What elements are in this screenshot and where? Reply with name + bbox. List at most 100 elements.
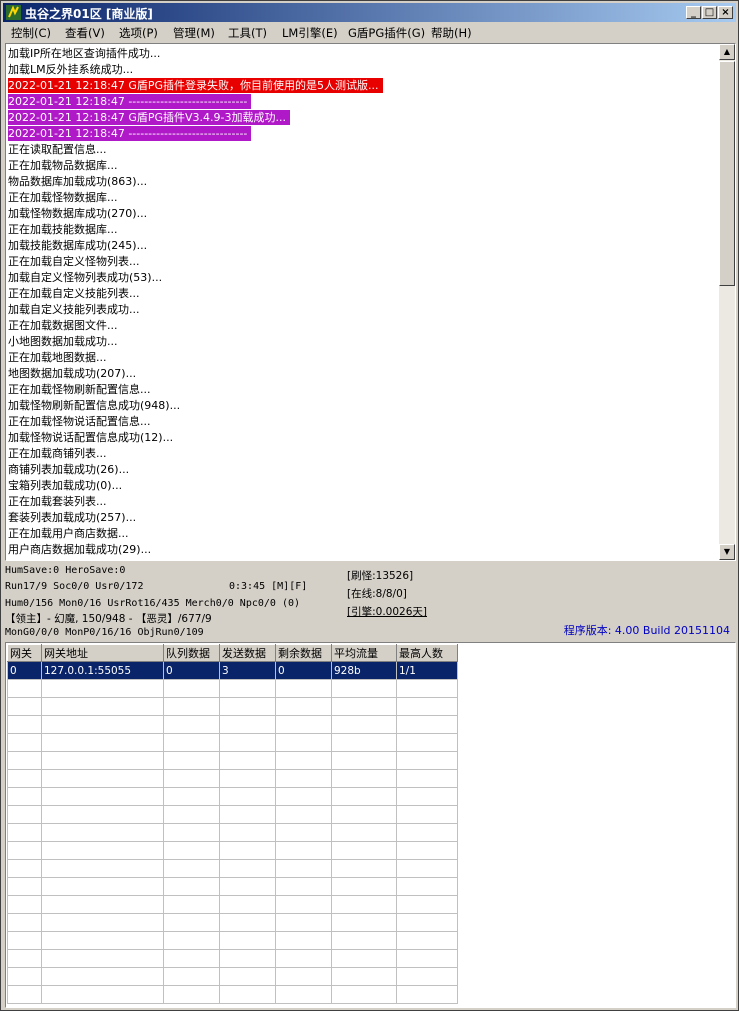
empty-cell [331,931,397,950]
empty-row[interactable] [7,715,458,734]
empty-row[interactable] [7,769,458,788]
menu-bar: 控制(C) 查看(V) 选项(P) 管理(M) 工具(T) LM引擎(E) G盾… [3,23,736,42]
empty-cell [219,859,276,878]
col-gateway[interactable]: 网关 [7,644,42,662]
menu-manage[interactable]: 管理(M) [173,25,215,41]
menu-control[interactable]: 控制(C) [11,25,51,41]
log-line: 加载怪物数据库成功(270)... [8,207,148,220]
scroll-up-icon[interactable]: ▲ [719,44,735,60]
log-line: 正在加载怪物说话配置信息... [8,415,151,428]
empty-row[interactable] [7,787,458,806]
empty-cell [41,931,164,950]
menu-view[interactable]: 查看(V) [65,25,105,41]
log-line: 商铺列表加载成功(26)... [8,463,130,476]
empty-cell [7,733,42,752]
gateway-grid[interactable]: 网关 网关地址 队列数据 发送数据 剩余数据 平均流量 最高人数 0 127.0… [5,642,736,1008]
empty-cell [396,859,458,878]
empty-cell [219,877,276,896]
empty-cell [163,841,220,860]
empty-cell [275,823,332,842]
empty-row[interactable] [7,877,458,896]
cell-gateway: 0 [7,661,42,680]
empty-row[interactable] [7,823,458,842]
close-button[interactable]: × [718,6,733,19]
empty-cell [275,859,332,878]
scroll-down-icon[interactable]: ▼ [719,544,735,560]
log-line: 2022-01-21 12:18:47 --------------------… [8,126,252,141]
empty-row[interactable] [7,751,458,770]
empty-cell [41,895,164,914]
cell-avg-traffic: 928b [331,661,397,680]
menu-tools[interactable]: 工具(T) [228,25,267,41]
empty-cell [163,733,220,752]
col-sent[interactable]: 发送数据 [219,644,276,662]
empty-cell [275,895,332,914]
empty-row[interactable] [7,985,458,1004]
app-icon [6,5,21,20]
empty-row[interactable] [7,697,458,716]
empty-cell [396,679,458,698]
empty-cell [163,931,220,950]
empty-cell [219,985,276,1004]
empty-row[interactable] [7,931,458,950]
cell-max-users: 1/1 [396,661,458,680]
empty-cell [163,823,220,842]
empty-cell [331,805,397,824]
empty-row[interactable] [7,895,458,914]
log-line: 加载怪物说话配置信息成功(12)... [8,431,174,444]
empty-cell [7,805,42,824]
empty-cell [41,751,164,770]
menu-gdun-plugin[interactable]: G盾PG插件(G) [348,25,425,41]
empty-cell [41,805,164,824]
empty-cell [163,949,220,968]
table-row[interactable]: 0 127.0.0.1:55055 0 3 0 928b 1/1 [7,661,458,680]
empty-cell [219,913,276,932]
empty-cell [219,931,276,950]
col-queue[interactable]: 队列数据 [163,644,220,662]
empty-cell [275,805,332,824]
empty-cell [163,877,220,896]
cell-sent: 3 [219,661,276,680]
empty-cell [331,895,397,914]
status-timer: 0:3:45 [M][F] [229,581,308,592]
log-line: 正在加载怪物刷新配置信息... [8,383,151,396]
menu-help[interactable]: 帮助(H) [431,25,472,41]
empty-row[interactable] [7,841,458,860]
empty-row[interactable] [7,967,458,986]
empty-row[interactable] [7,805,458,824]
minimize-button[interactable]: _ [686,6,701,19]
empty-cell [163,787,220,806]
empty-cell [7,949,42,968]
empty-cell [275,967,332,986]
empty-cell [275,769,332,788]
empty-row[interactable] [7,949,458,968]
empty-cell [41,859,164,878]
col-remaining[interactable]: 剩余数据 [275,644,332,662]
empty-row[interactable] [7,913,458,932]
empty-cell [41,769,164,788]
maximize-button[interactable]: □ [702,6,717,19]
empty-row[interactable] [7,859,458,878]
log-line: 加载技能数据库成功(245)... [8,239,148,252]
cell-queue: 0 [163,661,220,680]
empty-cell [219,805,276,824]
empty-row[interactable] [7,733,458,752]
empty-row[interactable] [7,679,458,698]
log-line: 加载LM反外挂系统成功... [8,63,134,76]
title-bar[interactable]: 虫谷之界01区 [商业版] _ □ × [3,3,736,22]
col-avg-traffic[interactable]: 平均流量 [331,644,397,662]
empty-cell [331,787,397,806]
scroll-thumb[interactable] [719,61,735,286]
col-max-users[interactable]: 最高人数 [396,644,458,662]
empty-cell [41,913,164,932]
log-panel[interactable]: 加载IP所在地区查询插件成功... 加载LM反外挂系统成功... 2022-01-2… [5,43,736,561]
log-line: 加载自定义怪物列表成功(53)... [8,271,163,284]
status-save: HumSave:0 HeroSave:0 [5,565,126,576]
empty-cell [163,859,220,878]
menu-options[interactable]: 选项(P) [119,25,158,41]
log-line: 正在读取配置信息... [8,143,107,156]
empty-cell [41,877,164,896]
log-scrollbar[interactable]: ▲ ▼ [719,44,735,560]
col-address[interactable]: 网关地址 [41,644,164,662]
menu-lm-engine[interactable]: LM引擎(E) [282,25,338,41]
